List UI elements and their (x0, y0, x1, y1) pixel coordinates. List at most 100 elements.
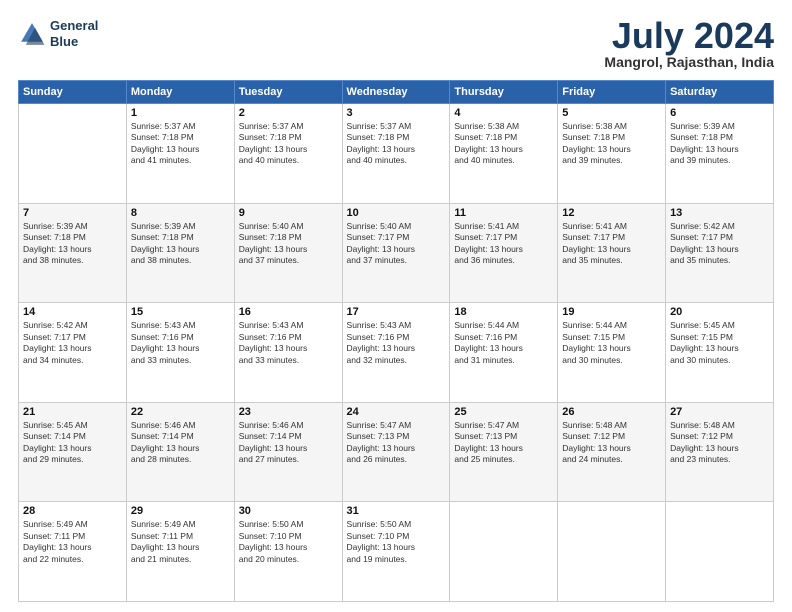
day-number: 23 (239, 406, 338, 418)
day-number: 20 (670, 306, 769, 318)
day-info: Sunrise: 5:49 AM Sunset: 7:11 PM Dayligh… (23, 519, 122, 565)
calendar-week-row: 1Sunrise: 5:37 AM Sunset: 7:18 PM Daylig… (19, 104, 774, 204)
day-number: 17 (347, 306, 446, 318)
day-number: 13 (670, 207, 769, 219)
logo-line2: Blue (50, 34, 98, 50)
day-info: Sunrise: 5:41 AM Sunset: 7:17 PM Dayligh… (454, 221, 553, 267)
day-info: Sunrise: 5:37 AM Sunset: 7:18 PM Dayligh… (131, 121, 230, 167)
day-info: Sunrise: 5:44 AM Sunset: 7:15 PM Dayligh… (562, 320, 661, 366)
calendar-cell: 23 Sunrise: 5:46 AM Sunset: 7:14 PM Dayli… (234, 402, 342, 502)
day-number: 30 (239, 505, 338, 517)
day-number: 2 (239, 107, 338, 119)
logo-text: General Blue (50, 18, 98, 49)
col-header-sunday: Sunday (19, 81, 127, 104)
day-number: 4 (454, 107, 553, 119)
day-info: Sunrise: 5:44 AM Sunset: 7:16 PM Dayligh… (454, 320, 553, 366)
calendar-cell: 6Sunrise: 5:39 AM Sunset: 7:18 PM Daylig… (666, 104, 774, 204)
day-number: 29 (131, 505, 230, 517)
calendar-cell: 1Sunrise: 5:37 AM Sunset: 7:18 PM Daylig… (126, 104, 234, 204)
day-info: Sunrise: 5:47 AM Sunset: 7:13 PM Dayligh… (347, 420, 446, 466)
day-number: 24 (347, 406, 446, 418)
calendar-cell: 17 Sunrise: 5:43 AM Sunset: 7:16 PM Dayli… (342, 303, 450, 403)
general-blue-logo-icon (18, 20, 46, 48)
col-header-wednesday: Wednesday (342, 81, 450, 104)
day-info: Sunrise: 5:50 AM Sunset: 7:10 PM Dayligh… (239, 519, 338, 565)
calendar-cell: 2 Sunrise: 5:37 AM Sunset: 7:18 PM Daylig… (234, 104, 342, 204)
day-info: Sunrise: 5:46 AM Sunset: 7:14 PM Dayligh… (239, 420, 338, 466)
calendar-table: SundayMondayTuesdayWednesdayThursdayFrid… (18, 80, 774, 602)
day-number: 16 (239, 306, 338, 318)
day-info: Sunrise: 5:38 AM Sunset: 7:18 PM Dayligh… (562, 121, 661, 167)
header: General Blue July 2024 Mangrol, Rajastha… (18, 18, 774, 70)
calendar-week-row: 7 Sunrise: 5:39 AM Sunset: 7:18 PM Daylig… (19, 203, 774, 303)
day-info: Sunrise: 5:43 AM Sunset: 7:16 PM Dayligh… (347, 320, 446, 366)
day-info: Sunrise: 5:39 AM Sunset: 7:18 PM Dayligh… (131, 221, 230, 267)
day-info: Sunrise: 5:37 AM Sunset: 7:18 PM Dayligh… (239, 121, 338, 167)
calendar-cell: 20Sunrise: 5:45 AM Sunset: 7:15 PM Dayli… (666, 303, 774, 403)
calendar-cell: 5 Sunrise: 5:38 AM Sunset: 7:18 PM Daylig… (558, 104, 666, 204)
day-info: Sunrise: 5:42 AM Sunset: 7:17 PM Dayligh… (23, 320, 122, 366)
calendar-cell (666, 502, 774, 602)
col-header-saturday: Saturday (666, 81, 774, 104)
day-info: Sunrise: 5:47 AM Sunset: 7:13 PM Dayligh… (454, 420, 553, 466)
day-info: Sunrise: 5:45 AM Sunset: 7:14 PM Dayligh… (23, 420, 122, 466)
day-info: Sunrise: 5:48 AM Sunset: 7:12 PM Dayligh… (670, 420, 769, 466)
day-info: Sunrise: 5:49 AM Sunset: 7:11 PM Dayligh… (131, 519, 230, 565)
col-header-tuesday: Tuesday (234, 81, 342, 104)
day-number: 9 (239, 207, 338, 219)
day-info: Sunrise: 5:43 AM Sunset: 7:16 PM Dayligh… (239, 320, 338, 366)
location-subtitle: Mangrol, Rajasthan, India (604, 54, 774, 70)
day-number: 7 (23, 207, 122, 219)
calendar-week-row: 28 Sunrise: 5:49 AM Sunset: 7:11 PM Dayli… (19, 502, 774, 602)
calendar-cell: 19Sunrise: 5:44 AM Sunset: 7:15 PM Dayli… (558, 303, 666, 403)
day-info: Sunrise: 5:43 AM Sunset: 7:16 PM Dayligh… (131, 320, 230, 366)
day-number: 22 (131, 406, 230, 418)
calendar-cell: 15 Sunrise: 5:43 AM Sunset: 7:16 PM Dayli… (126, 303, 234, 403)
calendar-cell (558, 502, 666, 602)
calendar-cell: 12 Sunrise: 5:41 AM Sunset: 7:17 PM Dayli… (558, 203, 666, 303)
calendar-cell: 28 Sunrise: 5:49 AM Sunset: 7:11 PM Dayli… (19, 502, 127, 602)
day-info: Sunrise: 5:50 AM Sunset: 7:10 PM Dayligh… (347, 519, 446, 565)
day-number: 3 (347, 107, 446, 119)
day-info: Sunrise: 5:48 AM Sunset: 7:12 PM Dayligh… (562, 420, 661, 466)
calendar-cell: 7Sunrise: 5:39 AM Sunset: 7:18 PM Daylig… (19, 203, 127, 303)
col-header-friday: Friday (558, 81, 666, 104)
calendar-cell: 21Sunrise: 5:45 AM Sunset: 7:14 PM Dayli… (19, 402, 127, 502)
day-number: 11 (454, 207, 553, 219)
day-number: 5 (562, 107, 661, 119)
day-info: Sunrise: 5:39 AM Sunset: 7:18 PM Dayligh… (670, 121, 769, 167)
day-info: Sunrise: 5:41 AM Sunset: 7:17 PM Dayligh… (562, 221, 661, 267)
day-number: 27 (670, 406, 769, 418)
day-number: 8 (131, 207, 230, 219)
calendar-cell: 4 Sunrise: 5:38 AM Sunset: 7:18 PM Daylig… (450, 104, 558, 204)
day-number: 12 (562, 207, 661, 219)
calendar-cell: 14 Sunrise: 5:42 AM Sunset: 7:17 PM Dayli… (19, 303, 127, 403)
day-number: 14 (23, 306, 122, 318)
calendar-cell: 11 Sunrise: 5:41 AM Sunset: 7:17 PM Dayli… (450, 203, 558, 303)
day-number: 10 (347, 207, 446, 219)
calendar-cell (19, 104, 127, 204)
logo: General Blue (18, 18, 98, 49)
calendar-cell: 30 Sunrise: 5:50 AM Sunset: 7:10 PM Dayli… (234, 502, 342, 602)
logo-line1: General (50, 18, 98, 34)
day-info: Sunrise: 5:38 AM Sunset: 7:18 PM Dayligh… (454, 121, 553, 167)
calendar-cell: 18 Sunrise: 5:44 AM Sunset: 7:16 PM Dayli… (450, 303, 558, 403)
calendar-cell: 16 Sunrise: 5:43 AM Sunset: 7:16 PM Dayli… (234, 303, 342, 403)
calendar-cell: 31 Sunrise: 5:50 AM Sunset: 7:10 PM Dayli… (342, 502, 450, 602)
calendar-header-row: SundayMondayTuesdayWednesdayThursdayFrid… (19, 81, 774, 104)
calendar-cell: 27 Sunrise: 5:48 AM Sunset: 7:12 PM Dayli… (666, 402, 774, 502)
month-title: July 2024 (604, 18, 774, 54)
calendar-cell: 26Sunrise: 5:48 AM Sunset: 7:12 PM Dayli… (558, 402, 666, 502)
day-info: Sunrise: 5:40 AM Sunset: 7:17 PM Dayligh… (347, 221, 446, 267)
day-number: 18 (454, 306, 553, 318)
calendar-cell: 13 Sunrise: 5:42 AM Sunset: 7:17 PM Dayli… (666, 203, 774, 303)
calendar-cell (450, 502, 558, 602)
day-number: 28 (23, 505, 122, 517)
calendar-cell: 29 Sunrise: 5:49 AM Sunset: 7:11 PM Dayli… (126, 502, 234, 602)
col-header-thursday: Thursday (450, 81, 558, 104)
day-number: 31 (347, 505, 446, 517)
day-number: 15 (131, 306, 230, 318)
day-info: Sunrise: 5:42 AM Sunset: 7:17 PM Dayligh… (670, 221, 769, 267)
calendar-cell: 8 Sunrise: 5:39 AM Sunset: 7:18 PM Daylig… (126, 203, 234, 303)
calendar-cell: 10 Sunrise: 5:40 AM Sunset: 7:17 PM Dayli… (342, 203, 450, 303)
